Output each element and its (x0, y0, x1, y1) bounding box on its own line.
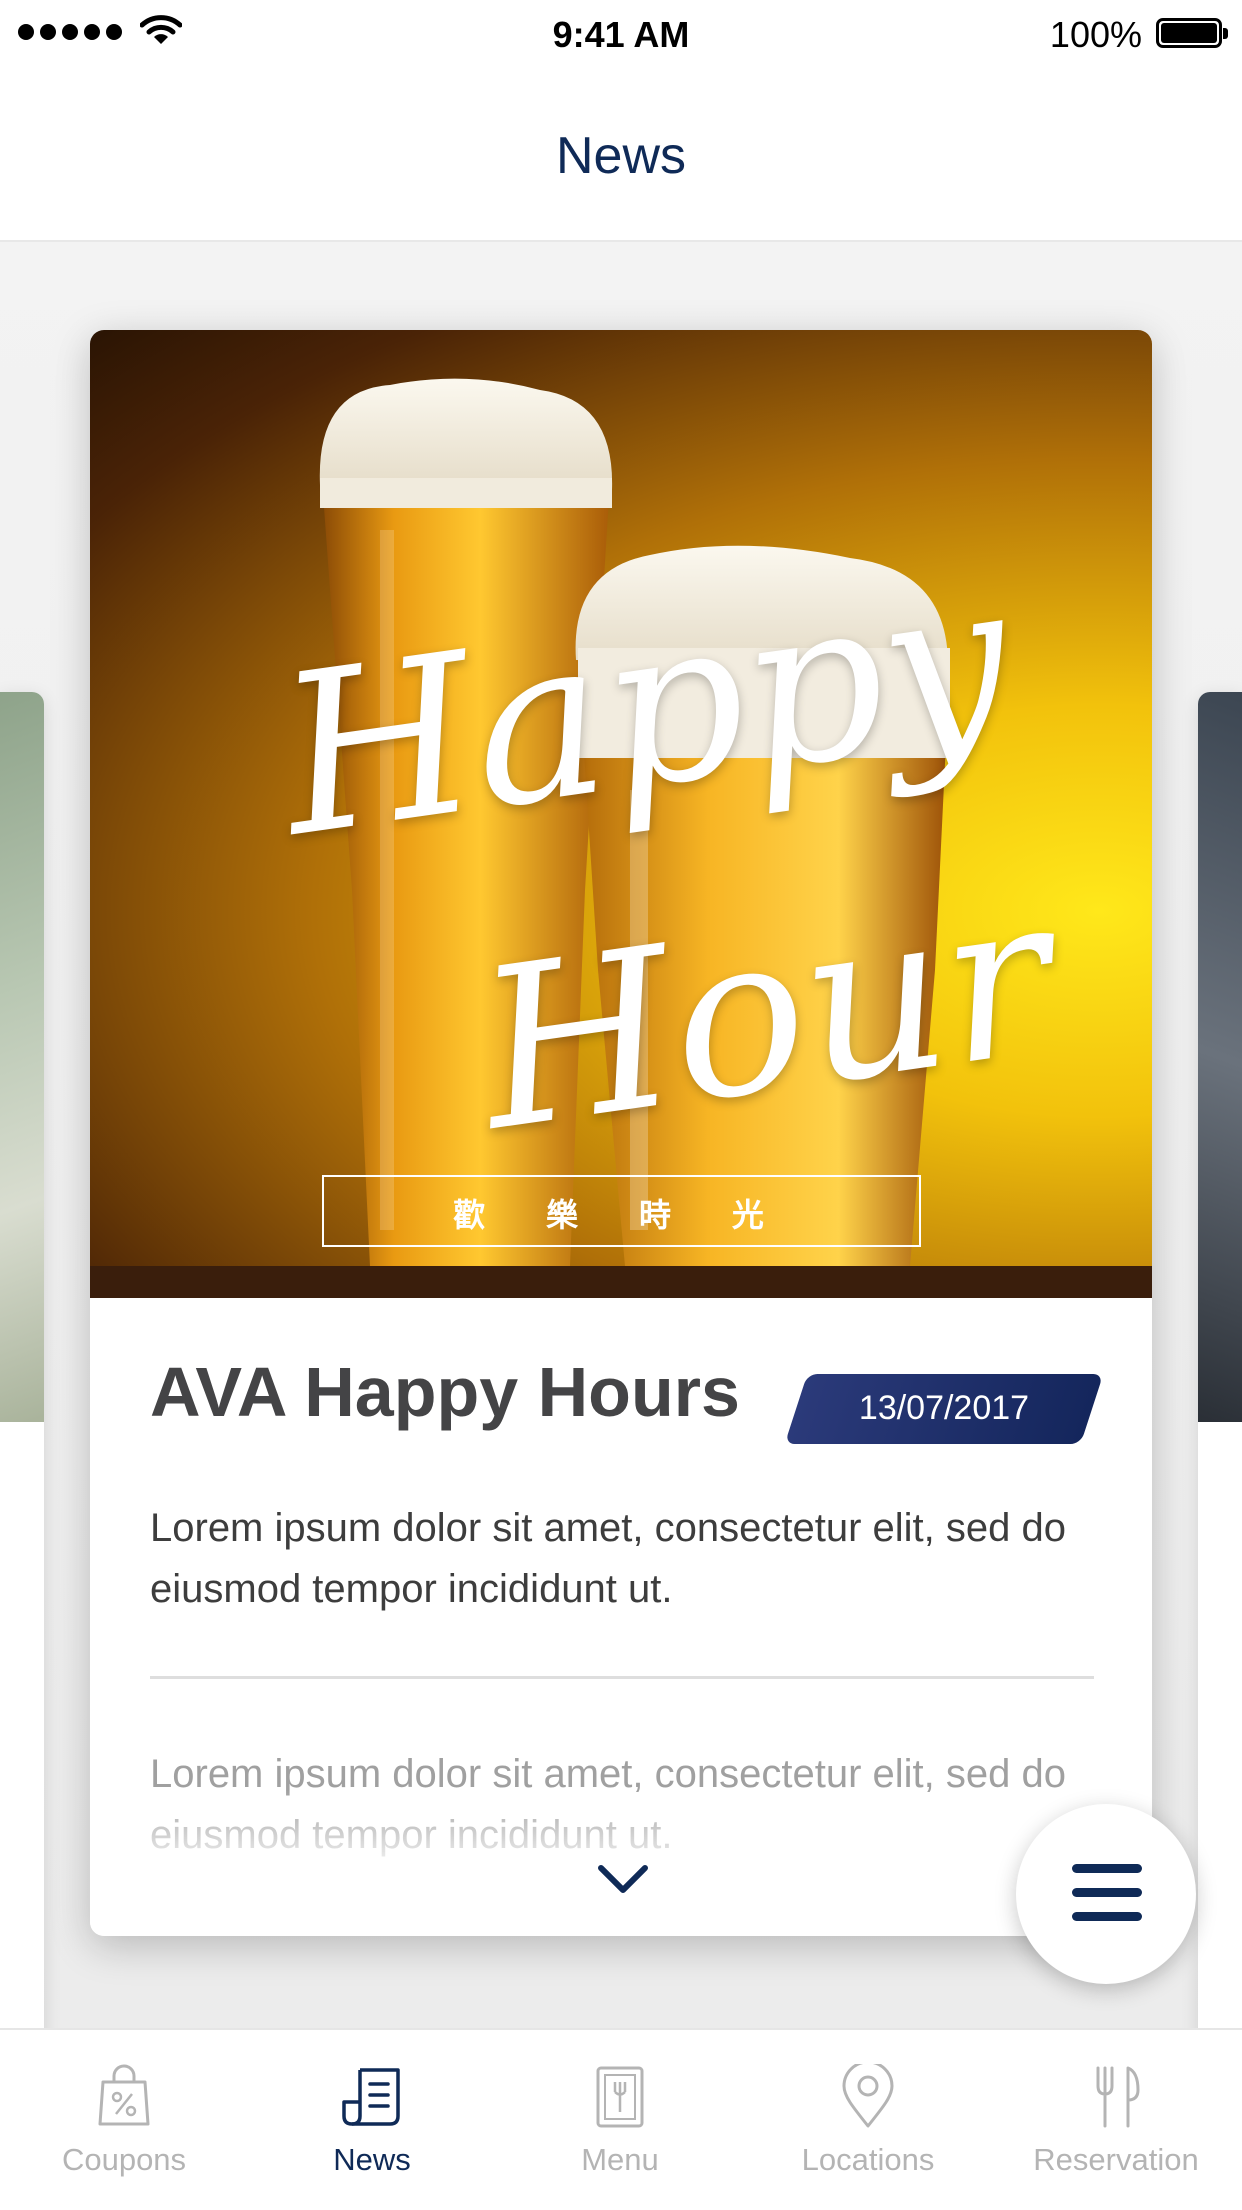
tab-bar: Coupons News Menu Locations Reservation (0, 2028, 1242, 2210)
tab-news[interactable]: News (248, 2030, 496, 2210)
fork-knife-icon (1096, 2066, 1140, 2128)
date-badge: 13/07/2017 (784, 1374, 1104, 1444)
coupon-bag-icon (98, 2064, 150, 2126)
news-icon (342, 2068, 400, 2126)
page-title: News (555, 127, 687, 185)
tab-coupons[interactable]: Coupons (0, 2030, 248, 2210)
location-pin-icon (842, 2064, 894, 2128)
news-card-image: Happy Hour 歡 樂 時 光 (90, 330, 1152, 1298)
divider (150, 1676, 1094, 1679)
chinese-caption: 歡 樂 時 光 (453, 1197, 790, 1233)
news-title: AVA Happy Hours (150, 1353, 740, 1431)
battery-percentage: 100% (1049, 14, 1142, 55)
tab-label: Reservation (1033, 2142, 1199, 2177)
hamburger-menu-button[interactable] (1016, 1804, 1196, 1984)
status-bar: 9:41 AM 100% (0, 0, 1242, 72)
tab-label: Menu (581, 2142, 659, 2177)
news-card[interactable]: Happy Hour 歡 樂 時 光 AVA Happy Hours 13/07… (90, 330, 1152, 1936)
battery-icon (1156, 18, 1228, 48)
date-text: 13/07/2017 (858, 1389, 1030, 1427)
chevron-down-icon[interactable] (596, 1862, 650, 1898)
navigation-bar: News (0, 72, 1242, 242)
tab-reservation[interactable]: Reservation (992, 2030, 1240, 2210)
tab-label: Coupons (61, 2142, 187, 2177)
tab-label: News (333, 2142, 411, 2177)
hamburger-icon (1072, 1864, 1142, 1873)
previous-news-card[interactable] (0, 692, 44, 2066)
menu-book-icon (596, 2066, 644, 2128)
news-summary: Lorem ipsum dolor sit amet, consectetur … (150, 1506, 1066, 1611)
next-news-card[interactable] (1198, 692, 1242, 2066)
tab-label: Locations (801, 2142, 935, 2177)
tab-menu[interactable]: Menu (496, 2030, 744, 2210)
tab-locations[interactable]: Locations (744, 2030, 992, 2210)
